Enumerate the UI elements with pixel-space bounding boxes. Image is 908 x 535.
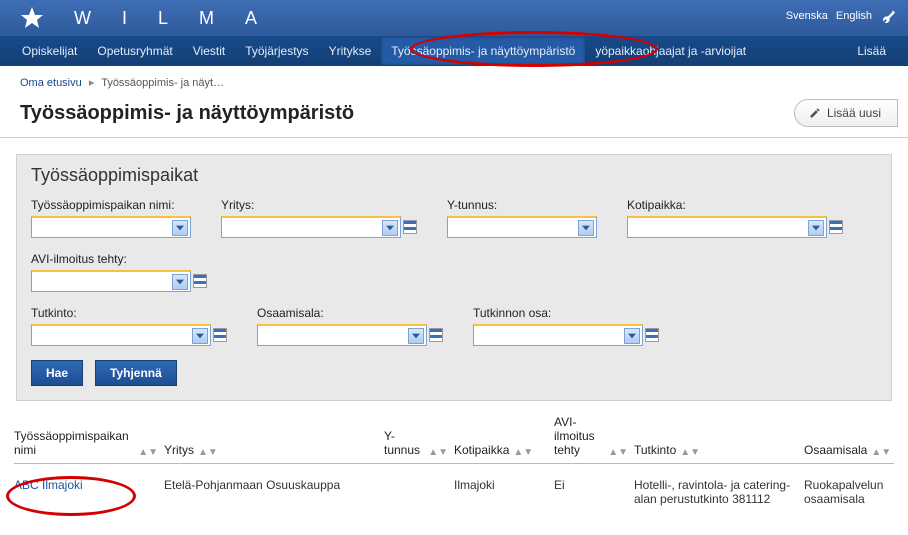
sort-icon: ▲▼: [871, 449, 891, 457]
filter-panel: Työssäoppimispaikat Työssäoppimispaikan …: [16, 154, 892, 401]
breadcrumb-separator: ▸: [89, 77, 95, 89]
row-avi: Ei: [554, 478, 634, 506]
th-avi[interactable]: AVI-ilmoitus tehty▲▼: [554, 415, 634, 457]
lang-english-link[interactable]: English: [836, 10, 872, 22]
nav-yritykset[interactable]: Yritykse: [319, 37, 382, 65]
name-combo[interactable]: [31, 216, 191, 238]
row-location: Ilmajoki: [454, 478, 554, 506]
wrench-icon[interactable]: [880, 8, 896, 24]
company-combo[interactable]: [221, 216, 401, 238]
label-location: Kotipaikka:: [627, 198, 843, 212]
th-degree[interactable]: Tutkinto▲▼: [634, 415, 804, 457]
list-picker-icon[interactable]: [829, 220, 843, 234]
label-avi: AVI-ilmoitus tehty:: [31, 252, 207, 266]
clear-button[interactable]: Tyhjennä: [95, 360, 177, 386]
sort-icon: ▲▼: [198, 449, 218, 457]
chevron-down-icon: [172, 274, 188, 290]
list-picker-icon[interactable]: [645, 328, 659, 342]
chevron-down-icon: [172, 220, 188, 236]
sort-icon: ▲▼: [608, 449, 628, 457]
degree-combo[interactable]: [31, 324, 211, 346]
breadcrumb-home-link[interactable]: Oma etusivu: [20, 77, 82, 89]
pencil-icon: [809, 107, 821, 119]
th-location[interactable]: Kotipaikka▲▼: [454, 415, 554, 457]
th-company[interactable]: Yritys▲▼: [164, 415, 384, 457]
th-businessid[interactable]: Y-tunnus▲▼: [384, 415, 454, 457]
results-table: Työssäoppimispaikan nimi▲▼ Yritys▲▼ Y-tu…: [14, 415, 894, 520]
sort-icon: ▲▼: [428, 449, 448, 457]
nav-ohjaajat[interactable]: yöpaikkaohjaajat ja -arvioijat: [585, 37, 756, 65]
breadcrumb-current: Työssäoppimis- ja näyt…: [101, 77, 224, 89]
top-header: W I L M A Svenska English: [0, 0, 908, 36]
list-picker-icon[interactable]: [403, 220, 417, 234]
nav-viestit[interactable]: Viestit: [183, 37, 235, 65]
th-competence[interactable]: Osaamisala▲▼: [804, 415, 908, 457]
title-divider: [0, 137, 908, 138]
chevron-down-icon: [808, 220, 824, 236]
table-row: ABC Ilmajoki Etelä-Pohjanmaan Osuuskaupp…: [14, 464, 894, 520]
chevron-down-icon: [624, 328, 640, 344]
chevron-down-icon: [192, 328, 208, 344]
label-competence: Osaamisala:: [257, 306, 443, 320]
row-businessid: [384, 478, 454, 506]
row-degree: Hotelli-, ravintola- ja catering-alan pe…: [634, 478, 804, 506]
star-logo-icon: [20, 6, 44, 30]
nav-opetusryhmat[interactable]: Opetusryhmät: [87, 37, 182, 65]
list-picker-icon[interactable]: [193, 274, 207, 288]
row-name-link[interactable]: ABC Ilmajoki: [14, 478, 83, 492]
avi-combo[interactable]: [31, 270, 191, 292]
nav-lisaa[interactable]: Lisää: [847, 37, 896, 65]
sort-icon: ▲▼: [680, 449, 700, 457]
add-new-button[interactable]: Lisää uusi: [794, 99, 898, 127]
label-company: Yritys:: [221, 198, 417, 212]
panel-heading: Työssäoppimispaikat: [31, 165, 877, 186]
search-button[interactable]: Hae: [31, 360, 83, 386]
chevron-down-icon: [408, 328, 424, 344]
degreepart-combo[interactable]: [473, 324, 643, 346]
label-businessid: Y-tunnus:: [447, 198, 597, 212]
sort-icon: ▲▼: [513, 449, 533, 457]
brand-name: W I L M A: [74, 8, 258, 29]
location-combo[interactable]: [627, 216, 827, 238]
list-picker-icon[interactable]: [429, 328, 443, 342]
chevron-down-icon: [382, 220, 398, 236]
nav-opiskelijat[interactable]: Opiskelijat: [12, 37, 87, 65]
nav-tyossaoppimis[interactable]: Työssäoppimis- ja näyttöympäristö: [381, 37, 585, 65]
row-company: Etelä-Pohjanmaan Osuuskauppa: [164, 478, 384, 506]
chevron-down-icon: [578, 220, 594, 236]
label-name: Työssäoppimispaikan nimi:: [31, 198, 191, 212]
list-picker-icon[interactable]: [213, 328, 227, 342]
lang-svenska-link[interactable]: Svenska: [786, 10, 828, 22]
sort-icon: ▲▼: [138, 449, 158, 457]
label-degree: Tutkinto:: [31, 306, 227, 320]
label-degreepart: Tutkinnon osa:: [473, 306, 659, 320]
competence-combo[interactable]: [257, 324, 427, 346]
nav-tyojarjestys[interactable]: Työjärjestys: [235, 37, 318, 65]
results-header-row: Työssäoppimispaikan nimi▲▼ Yritys▲▼ Y-tu…: [14, 415, 894, 464]
main-nav: Opiskelijat Opetusryhmät Viestit Työjärj…: [0, 36, 908, 66]
breadcrumb: Oma etusivu ▸ Työssäoppimis- ja näyt…: [0, 66, 908, 99]
page-title: Työssäoppimis- ja näyttöympäristö: [20, 102, 794, 125]
row-competence: Ruokapalvelun osaamisala: [804, 478, 908, 506]
businessid-combo[interactable]: [447, 216, 597, 238]
th-name[interactable]: Työssäoppimispaikan nimi▲▼: [14, 415, 164, 457]
